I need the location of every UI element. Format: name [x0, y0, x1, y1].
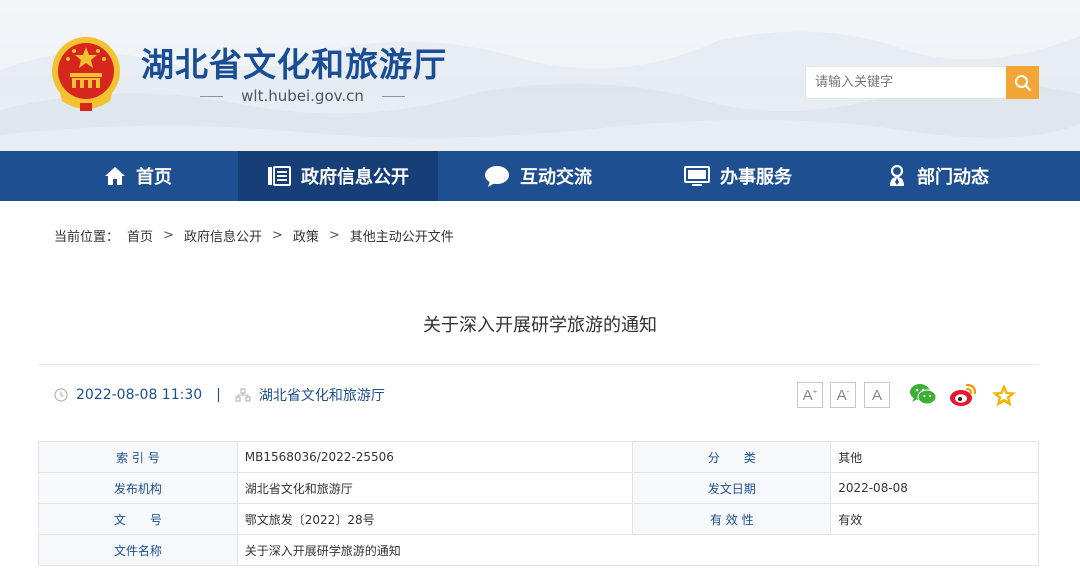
search-box [805, 66, 1006, 99]
table-row: 文件名称 关于深入开展研学旅游的通知 [38, 534, 1040, 566]
organization-icon [235, 388, 251, 402]
publisher-value: 湖北省文化和旅游厅 [236, 472, 634, 504]
breadcrumb-gov-info[interactable]: 政府信息公开 [184, 226, 262, 245]
breadcrumb-separator: > [163, 228, 174, 243]
breadcrumb-home[interactable]: 首页 [127, 226, 153, 245]
search-button[interactable] [1006, 66, 1039, 99]
category-label: 分 类 [632, 441, 832, 473]
site-title[interactable]: 湖北省文化和旅游厅 [141, 38, 447, 86]
site-domain: wlt.hubei.gov.cn [200, 86, 405, 106]
font-size-reset-button[interactable]: A [864, 382, 890, 408]
wechat-icon[interactable] [909, 382, 937, 408]
font-size-large-button[interactable]: A + [797, 382, 823, 408]
minus-icon: - [846, 386, 850, 396]
document-info-table: 索 引 号 MB1568036/2022-25506 分 类 其他 发布机构 湖… [38, 441, 1040, 566]
date-value: 2022-08-08 [830, 472, 1039, 504]
nav-item-services[interactable]: 办事服务 [638, 151, 838, 201]
search-icon [1014, 74, 1031, 91]
search-input[interactable] [806, 67, 1006, 98]
nav-item-label: 互动交流 [520, 167, 592, 188]
nav-item-label: 首页 [136, 167, 172, 188]
font-size-small-button[interactable]: A- [830, 382, 856, 408]
breadcrumb-other-files[interactable]: 其他主动公开文件 [350, 226, 454, 245]
font-large-label: A [802, 386, 813, 404]
favorite-star-icon[interactable] [990, 382, 1018, 408]
nav-item-dept-news[interactable]: 部门动态 [838, 151, 1038, 201]
table-row: 索 引 号 MB1568036/2022-25506 分 类 其他 [38, 441, 1039, 473]
docno-value: 鄂文旅发〔2022〕28号 [236, 503, 634, 535]
plus-icon: + [812, 386, 818, 396]
category-value: 其他 [830, 441, 1039, 473]
domain-left-line [200, 95, 224, 97]
breadcrumb: 当前位置： 首页 > 政府信息公开 > 政策 > 其他主动公开文件 [54, 226, 454, 245]
nav-item-interaction[interactable]: 互动交流 [438, 151, 638, 201]
nav-item-label: 部门动态 [917, 167, 989, 188]
filename-value: 关于深入开展研学旅游的通知 [236, 534, 1040, 566]
nav-item-label: 政府信息公开 [301, 167, 409, 188]
validity-label: 有 效 性 [632, 503, 832, 535]
domain-right-line [381, 95, 405, 97]
date-label: 发文日期 [632, 472, 832, 504]
main-nav: 首页 政府信息公开 互动交流 办事服务 部门动态 [0, 151, 1080, 201]
weibo-icon[interactable] [949, 382, 977, 408]
chat-bubble-icon [485, 166, 509, 187]
docno-label: 文 号 [38, 503, 238, 535]
meta-divider: | [216, 387, 221, 403]
nav-item-gov-info[interactable]: 政府信息公开 [238, 151, 438, 201]
publisher-label: 发布机构 [38, 472, 238, 504]
site-header: 湖北省文化和旅游厅 wlt.hubei.gov.cn [0, 0, 1080, 151]
national-emblem-icon [52, 37, 120, 111]
monitor-icon [684, 166, 710, 186]
breadcrumb-policy[interactable]: 政策 [293, 226, 319, 245]
article-meta: 2022-08-08 11:30 | 湖北省文化和旅游厅 [54, 384, 385, 406]
filename-label: 文件名称 [38, 534, 238, 566]
document-list-icon [268, 166, 291, 186]
article-source[interactable]: 湖北省文化和旅游厅 [259, 385, 385, 405]
table-row: 发布机构 湖北省文化和旅游厅 发文日期 2022-08-08 [38, 472, 1039, 504]
breadcrumb-separator: > [328, 228, 340, 243]
nav-item-label: 办事服务 [720, 167, 792, 188]
nav-item-home[interactable]: 首页 [38, 151, 238, 201]
font-small-label: A [871, 386, 882, 404]
index-value: MB1568036/2022-25506 [236, 441, 634, 473]
clock-icon [54, 388, 68, 402]
article-datetime: 2022-08-08 11:30 [76, 387, 203, 403]
person-badge-icon [890, 164, 904, 186]
title-divider [38, 364, 1039, 365]
breadcrumb-separator: > [271, 228, 283, 243]
validity-value: 有效 [830, 503, 1039, 535]
font-medium-label: A [836, 386, 847, 404]
article-title: 关于深入开展研学旅游的通知 [423, 315, 657, 336]
table-row: 文 号 鄂文旅发〔2022〕28号 有 效 性 有效 [38, 503, 1039, 535]
site-domain-text: wlt.hubei.gov.cn [241, 87, 364, 105]
home-icon [105, 167, 125, 185]
breadcrumb-prefix: 当前位置： [54, 230, 120, 245]
index-label: 索 引 号 [38, 441, 238, 473]
